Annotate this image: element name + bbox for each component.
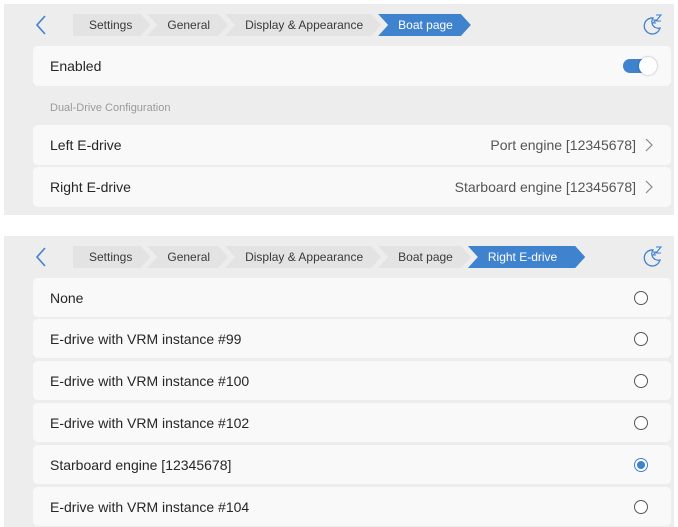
left-edrive-row[interactable]: Left E-drive Port engine [12345678] [33, 125, 671, 165]
top-bar: Settings General Display & Appearance Bo… [4, 4, 674, 46]
option-row[interactable]: None [33, 278, 671, 317]
enabled-toggle[interactable] [623, 57, 657, 75]
option-label: E-drive with VRM instance #100 [50, 373, 250, 389]
moon-zz-icon[interactable] [640, 13, 664, 37]
option-radio-selected[interactable] [634, 458, 648, 472]
option-radio[interactable] [634, 416, 648, 430]
breadcrumb-boat-page[interactable]: Boat page [378, 246, 471, 268]
chevron-right-icon [645, 180, 653, 194]
option-label: None [50, 290, 84, 306]
toggle-knob [639, 57, 657, 75]
breadcrumb-settings[interactable]: Settings [73, 246, 150, 268]
back-button[interactable] [31, 245, 53, 269]
right-edrive-label: Right E-drive [50, 179, 131, 195]
option-label: E-drive with VRM instance #104 [50, 499, 250, 515]
breadcrumb: Settings General Display & Appearance Bo… [73, 14, 468, 36]
moon-zz-icon[interactable] [640, 245, 664, 269]
breadcrumb-general[interactable]: General [147, 14, 228, 36]
breadcrumb-display-appearance[interactable]: Display & Appearance [225, 246, 381, 268]
right-edrive-value: Starboard engine [12345678] [454, 179, 636, 195]
back-button[interactable] [31, 13, 53, 37]
section-dual-drive: Dual-Drive Configuration [50, 102, 171, 114]
breadcrumb-general[interactable]: General [147, 246, 228, 268]
option-row[interactable]: E-drive with VRM instance #100 [33, 361, 671, 400]
option-radio[interactable] [634, 332, 648, 346]
chevron-right-icon [645, 138, 653, 152]
enabled-label: Enabled [50, 58, 102, 74]
boat-page-screen: Settings General Display & Appearance Bo… [4, 4, 674, 215]
breadcrumb-display-appearance[interactable]: Display & Appearance [225, 14, 381, 36]
breadcrumb: Settings General Display & Appearance Bo… [73, 246, 582, 268]
option-row[interactable]: E-drive with VRM instance #99 [33, 319, 671, 358]
option-row[interactable]: E-drive with VRM instance #102 [33, 403, 671, 442]
top-bar: Settings General Display & Appearance Bo… [4, 236, 674, 278]
option-radio[interactable] [634, 500, 648, 514]
breadcrumb-settings[interactable]: Settings [73, 14, 150, 36]
option-label: E-drive with VRM instance #102 [50, 415, 250, 431]
option-radio[interactable] [634, 291, 648, 305]
right-edrive-screen: Settings General Display & Appearance Bo… [4, 236, 674, 527]
breadcrumb-boat-page[interactable]: Boat page [378, 14, 471, 36]
chevron-left-icon [35, 247, 46, 267]
breadcrumb-right-edrive[interactable]: Right E-drive [468, 246, 585, 268]
option-label: Starboard engine [12345678] [50, 457, 232, 473]
right-edrive-row[interactable]: Right E-drive Starboard engine [12345678… [33, 167, 671, 207]
option-label: E-drive with VRM instance #99 [50, 331, 242, 347]
option-row[interactable]: E-drive with VRM instance #104 [33, 487, 671, 526]
option-radio[interactable] [634, 374, 648, 388]
enabled-row[interactable]: Enabled [33, 46, 671, 86]
left-edrive-value: Port engine [12345678] [490, 137, 636, 153]
chevron-left-icon [35, 15, 46, 35]
option-row-selected[interactable]: Starboard engine [12345678] [33, 445, 671, 484]
left-edrive-label: Left E-drive [50, 137, 122, 153]
